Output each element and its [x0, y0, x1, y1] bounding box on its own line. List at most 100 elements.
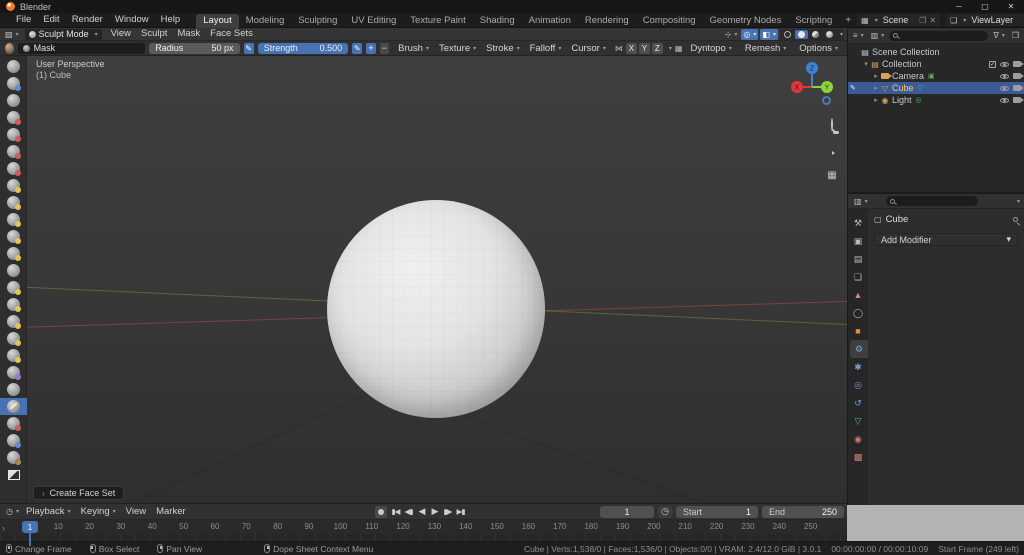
operator-panel[interactable]: › Create Face Set — [33, 486, 124, 500]
mirror-x-button[interactable]: X — [626, 43, 637, 54]
delete-scene-icon[interactable]: ✕ — [929, 16, 936, 25]
properties-tab-physics[interactable]: ◎ — [848, 376, 868, 394]
xray-toggle[interactable]: ◧▾ — [760, 29, 778, 40]
brush-blob[interactable] — [0, 177, 27, 194]
show-overlays-toggle[interactable]: ◎▾ — [741, 29, 758, 40]
end-frame-field[interactable]: End 250 — [762, 506, 844, 518]
texture-dropdown[interactable]: Texture▾ — [434, 43, 481, 54]
view-layer-selector[interactable]: ❏ ▾ ViewLayer ❐ ✕ — [946, 14, 1024, 26]
menu-render[interactable]: Render — [66, 13, 109, 27]
brush-box-trim[interactable] — [0, 466, 27, 483]
start-frame-field[interactable]: Start 1 — [676, 506, 758, 518]
render-visibility-icon[interactable] — [1013, 73, 1021, 79]
eye-icon[interactable] — [1000, 98, 1009, 103]
properties-tab-object-data[interactable]: ▽ — [848, 412, 868, 430]
mask-subtract-button[interactable]: − — [380, 43, 389, 54]
chevron-down-icon[interactable]: ▾ — [1017, 198, 1020, 205]
outliner-editor-type-button[interactable]: ≡ ▾ — [851, 31, 866, 40]
brush-paint[interactable] — [0, 449, 27, 466]
properties-tab-tool[interactable]: ⚒ — [848, 214, 868, 232]
3d-viewport[interactable]: User Perspective (1) Cube Z X Y ▦ — [0, 56, 847, 503]
brush-grab[interactable] — [0, 296, 27, 313]
workspace-tab-animation[interactable]: Animation — [522, 14, 578, 28]
shading-material-button[interactable] — [809, 30, 822, 39]
previous-keyframe-button[interactable]: ◀▮ — [402, 507, 415, 516]
render-visibility-icon[interactable] — [1013, 85, 1021, 91]
brush-thumb[interactable] — [0, 347, 27, 364]
disclosure-icon[interactable]: ▸ — [872, 72, 880, 80]
brush-snake-hook[interactable] — [0, 330, 27, 347]
jump-to-start-button[interactable]: ▮◀ — [389, 507, 402, 516]
menu-help[interactable]: Help — [155, 13, 187, 27]
outliner-row-camera[interactable]: ▸Camera▣ — [848, 70, 1024, 82]
menu-file[interactable]: File — [10, 13, 37, 27]
menu-edit[interactable]: Edit — [37, 13, 65, 27]
mode-selector[interactable]: Sculpt Mode ▾ — [25, 29, 102, 40]
current-frame-field[interactable]: 1 — [600, 506, 654, 518]
workspace-tab-rendering[interactable]: Rendering — [578, 14, 636, 28]
brush-smooth[interactable] — [0, 211, 27, 228]
radius-slider[interactable]: Radius 50 px — [149, 43, 239, 54]
brush-layer[interactable] — [0, 143, 27, 160]
workspace-tab-scripting[interactable]: Scripting — [788, 14, 839, 28]
brush-clay-thumb[interactable] — [0, 126, 27, 143]
workspace-tab-texture-paint[interactable]: Texture Paint — [403, 14, 472, 28]
play-reverse-button[interactable]: ◀ — [415, 506, 428, 517]
eye-icon[interactable] — [1000, 62, 1009, 67]
jump-to-end-button[interactable]: ▶▮ — [454, 507, 467, 516]
properties-editor-type-button[interactable]: ▥ ▾ — [852, 197, 870, 206]
minimize-button[interactable]: ─ — [946, 0, 972, 13]
properties-tab-view-layer[interactable]: ❏ — [848, 268, 868, 286]
brush-draw-sharp[interactable] — [0, 75, 27, 92]
playhead[interactable]: 1 — [22, 521, 38, 533]
options-dropdown[interactable]: Options▾ — [794, 43, 843, 54]
preview-range-button[interactable]: ◷ — [658, 506, 672, 518]
pan-tool-button[interactable] — [823, 133, 841, 150]
shading-wireframe-button[interactable] — [781, 30, 794, 39]
timeline-editor-type-button[interactable]: ◷ ▾ — [4, 507, 21, 516]
brush-flatten[interactable] — [0, 228, 27, 245]
cursor-dropdown[interactable]: Cursor▾ — [566, 43, 611, 54]
brush-fill[interactable] — [0, 245, 27, 262]
play-button[interactable]: ▶ — [428, 506, 441, 517]
mirror-z-button[interactable]: Z — [652, 43, 663, 54]
brush-clay-strips[interactable] — [0, 109, 27, 126]
workspace-tab-modeling[interactable]: Modeling — [239, 14, 292, 28]
strength-slider[interactable]: Strength 0.500 — [258, 43, 348, 54]
eye-icon[interactable] — [1000, 74, 1009, 79]
perspective-toggle-button[interactable]: ▦ — [823, 167, 841, 184]
workspace-tab-compositing[interactable]: Compositing — [636, 14, 703, 28]
brush-mask[interactable] — [0, 398, 27, 415]
brush-elastic-deform[interactable] — [0, 313, 27, 330]
auto-keying-button[interactable] — [375, 506, 387, 518]
properties-tab-scene[interactable]: ▲ — [848, 286, 868, 304]
falloff-dropdown[interactable]: Falloff▾ — [525, 43, 567, 54]
render-visibility-icon[interactable] — [1013, 61, 1021, 67]
properties-tab-constraints[interactable]: ↺ — [848, 394, 868, 412]
add-workspace-button[interactable]: + — [839, 15, 857, 26]
properties-tab-output[interactable]: ▤ — [848, 250, 868, 268]
properties-tab-object[interactable]: ■ — [848, 322, 868, 340]
workspace-tab-shading[interactable]: Shading — [473, 14, 522, 28]
viewport-menu-view[interactable]: View — [106, 27, 136, 41]
dyntopo-dropdown[interactable]: Dyntopo▾ — [685, 43, 736, 54]
scene-selector[interactable]: ▦ ▾ Scene ❐ ✕ — [857, 14, 940, 26]
brush-multires-displacement-eraser[interactable] — [0, 432, 27, 449]
new-collection-button[interactable]: ❐ — [1010, 31, 1021, 40]
camera-view-button[interactable] — [823, 150, 841, 167]
eye-icon[interactable] — [1000, 86, 1009, 91]
dyntopo-checkbox-icon[interactable]: ▦ — [675, 44, 683, 53]
checkbox-icon[interactable]: ✓ — [989, 61, 996, 68]
brush-pinch[interactable] — [0, 279, 27, 296]
show-gizmo-toggle[interactable]: ⊹▾ — [723, 29, 740, 40]
workspace-tab-geometry-nodes[interactable]: Geometry Nodes — [703, 14, 789, 28]
brush-dropdown[interactable]: Brush▾ — [393, 43, 434, 54]
outliner-row-collection[interactable]: ▾▤Collection✓ — [848, 58, 1024, 70]
timeline-collapse-arrow[interactable]: › — [2, 523, 5, 533]
workspace-tab-sculpting[interactable]: Sculpting — [291, 14, 344, 28]
brush-draw[interactable] — [0, 58, 27, 75]
viewport-menu-sculpt[interactable]: Sculpt — [136, 27, 172, 41]
brush-name-field[interactable]: Mask — [18, 43, 146, 54]
outliner-row-scene-collection[interactable]: ▤Scene Collection — [848, 46, 1024, 58]
brush-nudge[interactable] — [0, 381, 27, 398]
